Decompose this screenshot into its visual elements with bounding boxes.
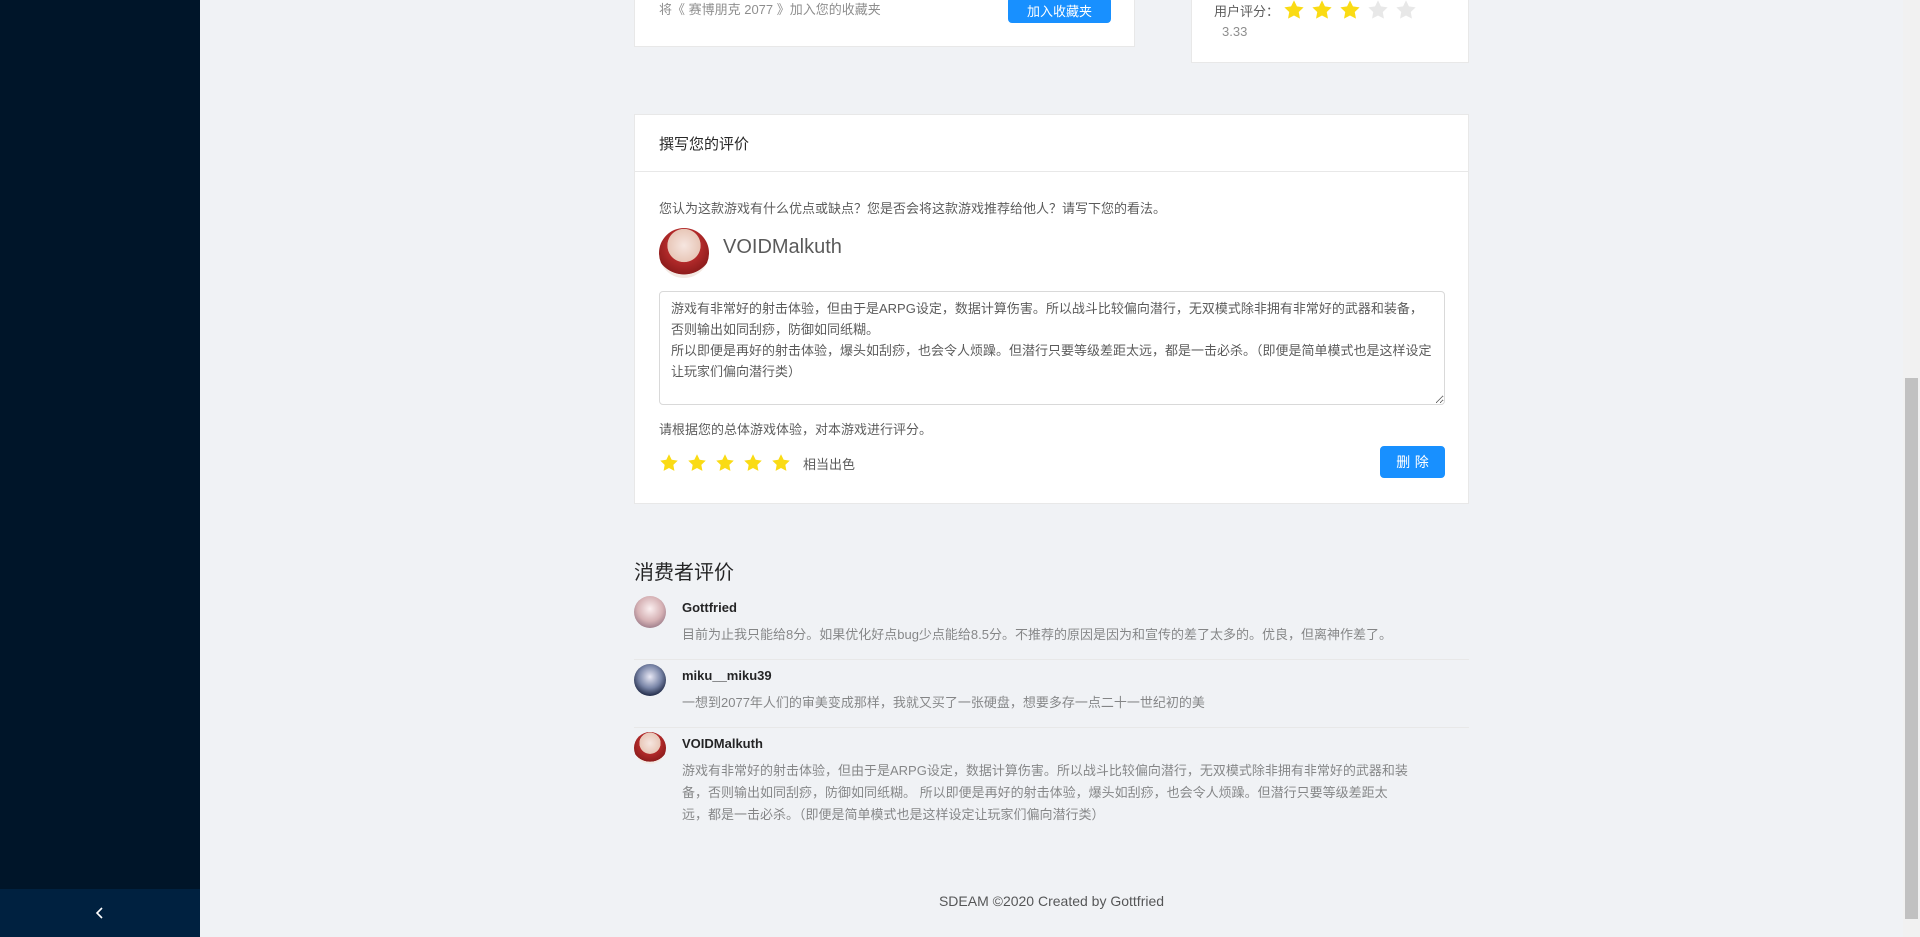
star-icon[interactable] xyxy=(687,453,707,473)
avatar xyxy=(634,664,666,696)
review-textarea[interactable]: 游戏有非常好的射击体验，但由于是ARPG设定，数据计算伤害。所以战斗比较偏向潜行… xyxy=(659,291,1445,405)
star-icon xyxy=(1284,0,1304,19)
sidebar xyxy=(0,0,200,937)
comment-item: miku__miku39 一想到2077年人们的审美变成那样，我就又买了一张硬盘… xyxy=(634,660,1469,728)
comment-content: 目前为止我只能给8分。如果优化好点bug少点能给8.5分。不推荐的原因是因为和宣… xyxy=(682,627,1392,642)
scrollbar-thumb[interactable] xyxy=(1905,378,1918,919)
star-icon xyxy=(1312,0,1332,19)
star-icon xyxy=(1340,0,1360,19)
user-rating-stars xyxy=(1283,0,1423,21)
comment-content: 游戏有非常好的射击体验，但由于是ARPG设定，数据计算伤害。所以战斗比较偏向潜行… xyxy=(682,763,1408,822)
review-username: VOIDMalkuth xyxy=(723,236,842,258)
star-icon[interactable] xyxy=(743,453,763,473)
consumer-reviews-title: 消费者评价 xyxy=(634,562,734,584)
avatar xyxy=(634,596,666,628)
review-card-title: 撰写您的评价 xyxy=(635,115,1468,172)
user-rating-label: 用户评分： xyxy=(1214,3,1280,19)
star-icon[interactable] xyxy=(771,453,791,473)
comment-content: 一想到2077年人们的审美变成那样，我就又买了一张硬盘，想要多存一点二十一世纪初… xyxy=(682,695,1205,710)
star-icon[interactable] xyxy=(659,453,679,473)
avatar xyxy=(634,732,666,764)
rate-text: 相当出色 xyxy=(803,456,856,472)
add-to-favorites-button[interactable]: 加入收藏夹 xyxy=(1008,0,1111,23)
rate-row: 相当出色 xyxy=(659,453,855,473)
scrollbar[interactable] xyxy=(1903,0,1920,937)
review-hint: 您认为这款游戏有什么优点或缺点？您是否会将这款游戏推荐给他人？请写下您的看法。 xyxy=(659,201,1167,216)
comment-item: VOIDMalkuth 游戏有非常好的射击体验，但由于是ARPG设定，数据计算伤… xyxy=(634,728,1469,839)
delete-button[interactable]: 删 除 xyxy=(1380,446,1445,478)
comment-item: Gottfried 目前为止我只能给8分。如果优化好点bug少点能给8.5分。不… xyxy=(634,592,1469,660)
star-icon xyxy=(1396,0,1416,19)
review-rating-stars[interactable] xyxy=(659,453,799,473)
user-rating-value: 3.33 xyxy=(1222,24,1248,39)
favorites-card: 将《 赛博朋克 2077 》加入您的收藏夹 加入收藏夹 xyxy=(634,0,1135,47)
avatar xyxy=(659,228,709,278)
comment-author[interactable]: Gottfried xyxy=(682,598,1469,618)
star-icon[interactable] xyxy=(715,453,735,473)
chevron-left-icon xyxy=(95,907,103,919)
favorites-text: 将《 赛博朋克 2077 》加入您的收藏夹 xyxy=(659,2,881,17)
write-review-card: 撰写您的评价 您认为这款游戏有什么优点或缺点？您是否会将这款游戏推荐给他人？请写… xyxy=(634,114,1469,504)
rate-hint: 请根据您的总体游戏体验，对本游戏进行评分。 xyxy=(659,422,933,437)
footer: SDEAM ©2020 Created by Gottfried xyxy=(938,893,1165,909)
user-rating: 用户评分： xyxy=(1214,0,1423,21)
comment-author[interactable]: miku__miku39 xyxy=(682,666,1469,686)
comment-author[interactable]: VOIDMalkuth xyxy=(682,734,1469,754)
comment-list: Gottfried 目前为止我只能给8分。如果优化好点bug少点能给8.5分。不… xyxy=(634,592,1469,839)
user-rating-card: 用户评分： 3.33 xyxy=(1191,0,1469,63)
star-icon xyxy=(1368,0,1388,19)
sidebar-collapse-trigger[interactable] xyxy=(0,889,200,937)
